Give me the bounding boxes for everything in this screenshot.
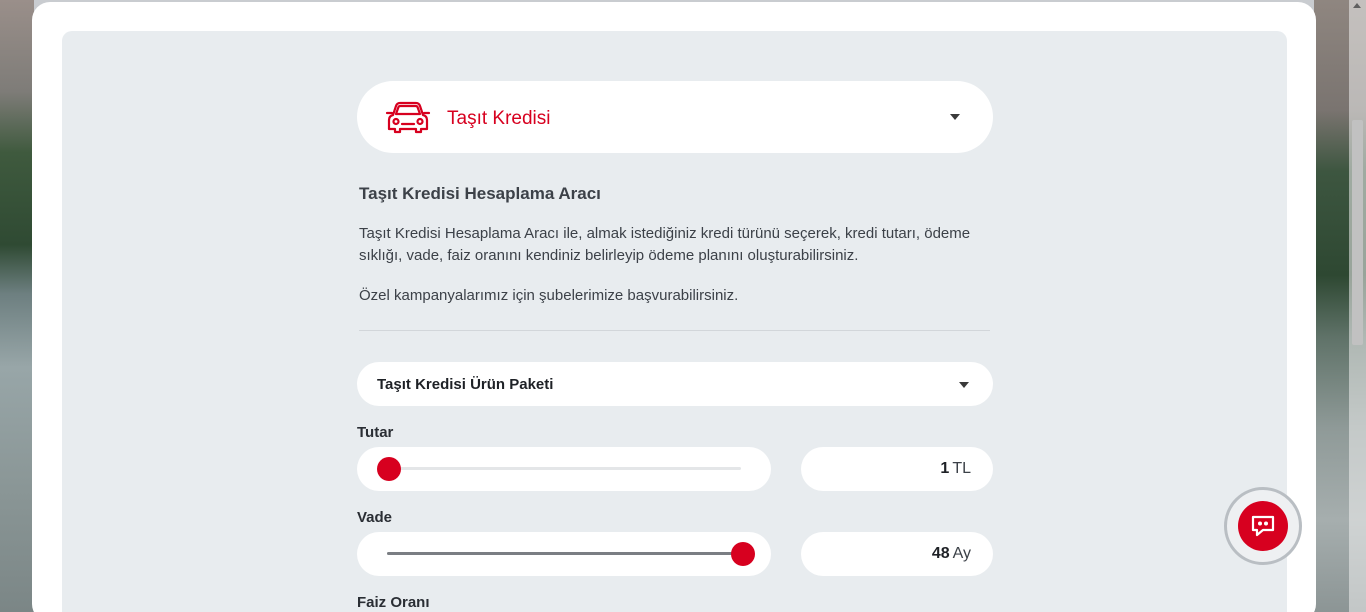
term-input[interactable]: 48 Ay xyxy=(801,532,993,576)
scroll-up-icon[interactable] xyxy=(1353,3,1361,8)
product-type-label: Taşıt Kredisi xyxy=(447,108,551,129)
amount-unit: TL xyxy=(952,460,971,477)
calculator-description: Taşıt Kredisi Hesaplama Aracı ile, almak… xyxy=(359,225,971,264)
background-scenery-left xyxy=(0,0,34,612)
product-package-label: Taşıt Kredisi Ürün Paketi xyxy=(377,376,554,393)
product-type-select[interactable]: Taşıt Kredisi xyxy=(357,81,993,153)
chevron-down-icon xyxy=(950,114,960,120)
scrollbar-thumb[interactable] xyxy=(1352,120,1363,345)
term-value: 48 xyxy=(931,545,950,562)
term-slider-thumb[interactable] xyxy=(731,542,755,566)
term-slider[interactable] xyxy=(357,532,771,576)
divider xyxy=(359,330,990,331)
amount-slider[interactable] xyxy=(357,447,771,491)
amount-value: 1 xyxy=(940,460,950,477)
term-slider-fill xyxy=(387,552,741,555)
chat-button[interactable] xyxy=(1224,487,1302,565)
term-slider-track[interactable] xyxy=(387,552,741,555)
calculator-heading: Taşıt Kredisi Hesaplama Aracı xyxy=(359,184,601,203)
amount-slider-track[interactable] xyxy=(387,467,741,470)
page-scrollbar[interactable] xyxy=(1349,0,1366,612)
campaign-note: Özel kampanyalarımız için şubelerimize b… xyxy=(359,287,739,304)
term-unit: Ay xyxy=(952,545,971,562)
term-label: Vade xyxy=(357,509,393,526)
chat-bubble-icon xyxy=(1251,515,1275,537)
product-package-select[interactable]: Taşıt Kredisi Ürün Paketi xyxy=(357,362,993,406)
chevron-down-icon xyxy=(959,382,969,388)
amount-input[interactable]: 1 TL xyxy=(801,447,993,491)
amount-label: Tutar xyxy=(357,424,394,441)
interest-rate-label: Faiz Oranı xyxy=(357,594,430,611)
amount-slider-thumb[interactable] xyxy=(377,457,401,481)
car-icon xyxy=(385,98,431,136)
